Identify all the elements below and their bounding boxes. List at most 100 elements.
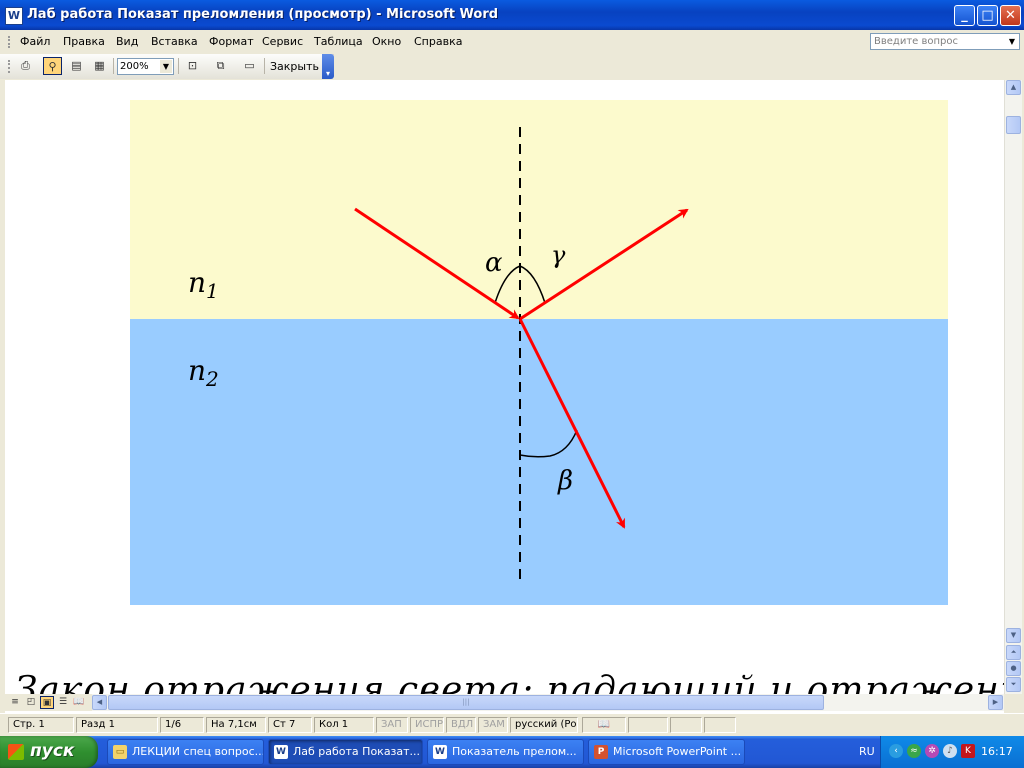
status-position[interactable]: На 7,1см bbox=[206, 717, 266, 733]
menu-view[interactable]: Вид bbox=[116, 35, 138, 48]
taskbar-item-lab-work[interactable]: W Лаб работа Показат... bbox=[268, 739, 423, 765]
status-section[interactable]: Разд 1 bbox=[76, 717, 158, 733]
toolbar-options-icon[interactable]: ▾ bbox=[322, 54, 334, 79]
status-language[interactable]: русский (Ро bbox=[510, 717, 578, 733]
menu-edit[interactable]: Правка bbox=[63, 35, 105, 48]
angle-beta-label: β bbox=[557, 466, 573, 496]
taskbar: пуск ▭ ЛЕКЦИИ спец вопрос... W Лаб работ… bbox=[0, 736, 1024, 768]
n1-base: n bbox=[188, 266, 206, 299]
menu-window[interactable]: Окно bbox=[372, 35, 401, 48]
status-page[interactable]: Стр. 1 bbox=[8, 717, 74, 733]
magnifier-icon[interactable]: ⚲ bbox=[43, 57, 62, 75]
vertical-scroll-thumb[interactable] bbox=[1006, 116, 1021, 134]
toolbar-separator bbox=[178, 58, 179, 74]
multiple-pages-icon[interactable]: ▦ bbox=[90, 57, 109, 75]
status-line[interactable]: Ст 7 bbox=[268, 717, 312, 733]
minimize-button[interactable]: _ bbox=[954, 5, 975, 26]
status-pages[interactable]: 1/6 bbox=[160, 717, 204, 733]
taskbar-item-refraction-index[interactable]: W Показатель прелом... bbox=[427, 739, 584, 765]
toolbar-empty-area bbox=[334, 54, 1024, 79]
status-column[interactable]: Кол 1 bbox=[314, 717, 374, 733]
clock: 16:17 bbox=[981, 745, 1013, 758]
start-label: пуск bbox=[30, 741, 75, 761]
toolbar-grip[interactable] bbox=[8, 60, 10, 73]
horizontal-scrollbar[interactable]: ◀ ||| ▶ bbox=[92, 694, 1004, 711]
scroll-down-icon[interactable]: ▼ bbox=[1006, 628, 1021, 643]
maximize-button[interactable]: □ bbox=[977, 5, 998, 26]
medium-2-region bbox=[130, 319, 948, 605]
close-preview-button[interactable]: Закрыть bbox=[270, 60, 319, 73]
menu-tools[interactable]: Сервис bbox=[262, 35, 303, 48]
browse-object-icon[interactable]: ● bbox=[1006, 661, 1021, 676]
close-window-button[interactable]: ✕ bbox=[1000, 5, 1021, 26]
shrink-to-fit-icon[interactable]: ⧉ bbox=[211, 57, 230, 75]
menu-help[interactable]: Справка bbox=[414, 35, 462, 48]
word-icon: W bbox=[274, 745, 288, 759]
chevron-down-icon[interactable]: ▼ bbox=[160, 60, 172, 73]
chevron-down-icon[interactable]: ▼ bbox=[1006, 35, 1018, 48]
menu-file[interactable]: Файл bbox=[20, 35, 50, 48]
taskbar-item-label: Microsoft PowerPoint ... bbox=[613, 745, 742, 758]
previous-page-icon[interactable]: ⏶ bbox=[1006, 645, 1021, 660]
status-overtype[interactable]: ЗАМ bbox=[478, 717, 508, 733]
status-bar: Стр. 1 Разд 1 1/6 На 7,1см Ст 7 Кол 1 ЗА… bbox=[0, 713, 1024, 736]
start-button[interactable]: пуск bbox=[0, 736, 98, 768]
next-page-icon[interactable]: ⏷ bbox=[1006, 677, 1021, 692]
n2-subscript: 2 bbox=[205, 367, 219, 391]
taskbar-item-lectures[interactable]: ▭ ЛЕКЦИИ спец вопрос... bbox=[107, 739, 264, 765]
menu-grip[interactable] bbox=[8, 36, 12, 48]
scroll-right-icon[interactable]: ▶ bbox=[988, 695, 1003, 710]
network-tray-icon[interactable]: ≈ bbox=[907, 744, 921, 758]
normal-view-icon[interactable]: ≡ bbox=[8, 696, 22, 709]
full-screen-icon[interactable]: ▭ bbox=[240, 57, 259, 75]
windows-logo-icon bbox=[8, 744, 24, 760]
print-icon[interactable]: ⎙ bbox=[16, 57, 35, 75]
toolbar-separator bbox=[113, 58, 114, 74]
one-page-icon[interactable]: ▤ bbox=[67, 57, 86, 75]
n2-base: n bbox=[188, 354, 206, 387]
media-tray-icon[interactable]: ✲ bbox=[925, 744, 939, 758]
document-area[interactable]: α γ β n1 n2 Закон отражения света: падаю… bbox=[0, 80, 1004, 714]
status-track-changes[interactable]: ИСПР bbox=[410, 717, 444, 733]
scroll-left-icon[interactable]: ◀ bbox=[92, 695, 107, 710]
view-and-hscroll-row: ≡ ◰ ▣ ☰ 📖 ◀ ||| ▶ bbox=[0, 694, 1024, 711]
toolbar-separator bbox=[264, 58, 265, 74]
scroll-up-icon[interactable]: ▲ bbox=[1006, 80, 1021, 95]
web-layout-icon[interactable]: ◰ bbox=[24, 696, 38, 709]
taskbar-item-label: Показатель прелом... bbox=[452, 745, 577, 758]
print-layout-icon[interactable]: ▣ bbox=[40, 696, 54, 709]
vertical-scrollbar[interactable]: ▲ ▼ ⏶ ● ⏷ bbox=[1004, 80, 1022, 694]
back-arrow-tray-icon[interactable]: ‹ bbox=[889, 744, 903, 758]
n1-subscript: 1 bbox=[206, 279, 219, 303]
refraction-diagram: α γ β n1 n2 bbox=[130, 100, 948, 605]
taskbar-item-powerpoint[interactable]: P Microsoft PowerPoint ... bbox=[588, 739, 745, 765]
folder-icon: ▭ bbox=[113, 745, 127, 759]
reading-layout-icon[interactable]: 📖 bbox=[72, 696, 86, 709]
powerpoint-icon: P bbox=[594, 745, 608, 759]
status-empty-cell bbox=[670, 717, 702, 733]
view-ruler-icon[interactable]: ⊡ bbox=[183, 57, 202, 75]
spelling-check-icon[interactable]: 📖 bbox=[582, 717, 626, 733]
title-bar: W Лаб работа Показат преломления (просмо… bbox=[0, 0, 1024, 30]
angle-alpha-label: α bbox=[485, 248, 503, 278]
window-title: Лаб работа Показат преломления (просмотр… bbox=[27, 7, 499, 22]
zoom-select[interactable]: 200% ▼ bbox=[117, 58, 174, 75]
angle-gamma-label: γ bbox=[551, 241, 566, 269]
status-extend[interactable]: ВДЛ bbox=[446, 717, 476, 733]
menu-table[interactable]: Таблица bbox=[314, 35, 363, 48]
language-indicator[interactable]: RU bbox=[859, 745, 875, 758]
word-doc-icon[interactable]: W bbox=[5, 7, 23, 25]
menu-insert[interactable]: Вставка bbox=[151, 35, 198, 48]
volume-tray-icon[interactable]: ♪ bbox=[943, 744, 957, 758]
ask-question-input[interactable]: Введите вопрос ▼ bbox=[870, 33, 1020, 50]
outline-view-icon[interactable]: ☰ bbox=[56, 696, 70, 709]
status-empty-cell bbox=[704, 717, 736, 733]
ask-question-placeholder: Введите вопрос bbox=[874, 36, 958, 47]
kaspersky-tray-icon[interactable]: K bbox=[961, 744, 975, 758]
status-rec[interactable]: ЗАП bbox=[376, 717, 408, 733]
status-empty-cell bbox=[628, 717, 668, 733]
zoom-value: 200% bbox=[120, 61, 149, 72]
horizontal-scroll-thumb[interactable]: ||| bbox=[108, 695, 824, 710]
menu-format[interactable]: Формат bbox=[209, 35, 254, 48]
taskbar-item-label: Лаб работа Показат... bbox=[293, 745, 421, 758]
